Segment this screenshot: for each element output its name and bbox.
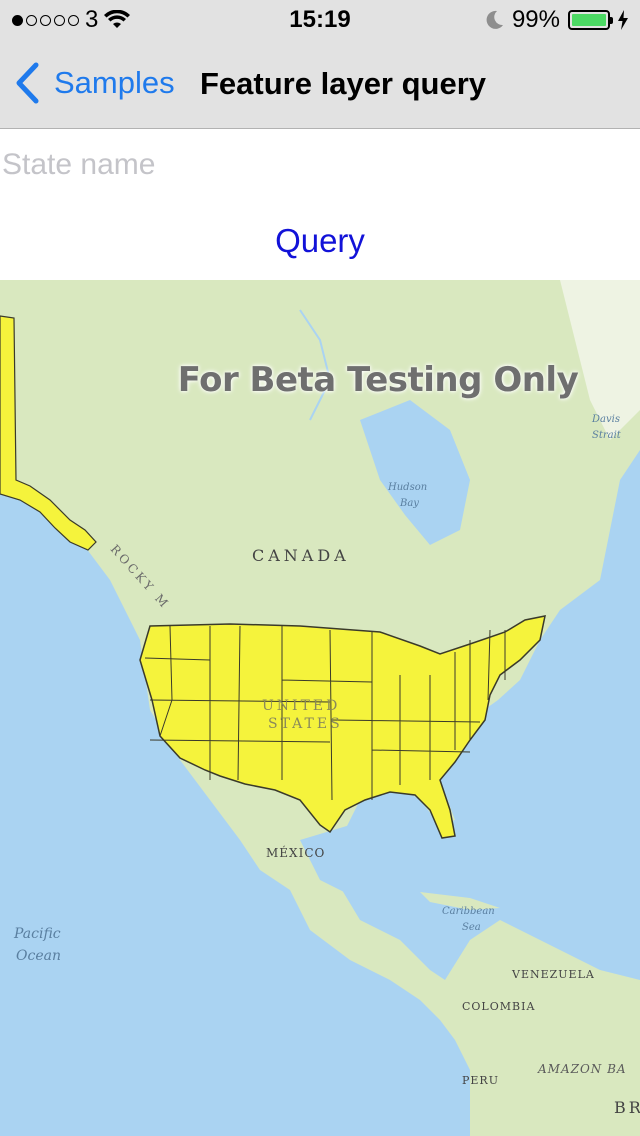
beta-watermark: For Beta Testing Only [177,360,579,400]
state-name-input[interactable] [0,137,640,193]
label-states: STATES [268,716,343,732]
label-united: UNITED [262,698,341,714]
query-panel: Query [0,129,640,279]
moon-icon [486,10,503,29]
status-bar: 3 15:19 99% [0,0,640,40]
label-sea: Sea [462,922,481,933]
label-mexico: MÉXICO [266,846,326,860]
label-canada: CANADA [252,546,350,565]
page-title: Feature layer query [200,66,487,101]
navigation-bar: Samples Feature layer query [0,40,640,129]
label-hudson: Hudson [388,482,428,493]
chevron-left-icon [16,62,39,104]
back-button-label: Samples [54,65,175,100]
battery-icon [568,10,613,30]
label-amazon: AMAZON BA [538,1062,627,1076]
label-venezuela: VENEZUELA [512,968,595,981]
status-right: 99% [486,6,628,34]
label-pacific: Pacific [14,926,61,942]
map-view[interactable]: For Beta Testing Only CANADA ROCKY M UNI… [0,280,640,1136]
label-peru: PERU [462,1074,499,1087]
label-bay: Bay [400,498,419,509]
back-button[interactable]: Samples [14,62,175,104]
label-strait: Strait [592,430,621,441]
label-brazil: BR [614,1098,640,1117]
label-ocean: Ocean [16,948,61,964]
query-button[interactable]: Query [220,215,420,267]
label-colombia: COLOMBIA [462,1000,536,1013]
label-davis: Davis [592,414,620,425]
battery-percentage: 99% [511,6,560,33]
charging-bolt-icon [618,10,628,30]
label-caribbean: Caribbean [442,906,495,917]
